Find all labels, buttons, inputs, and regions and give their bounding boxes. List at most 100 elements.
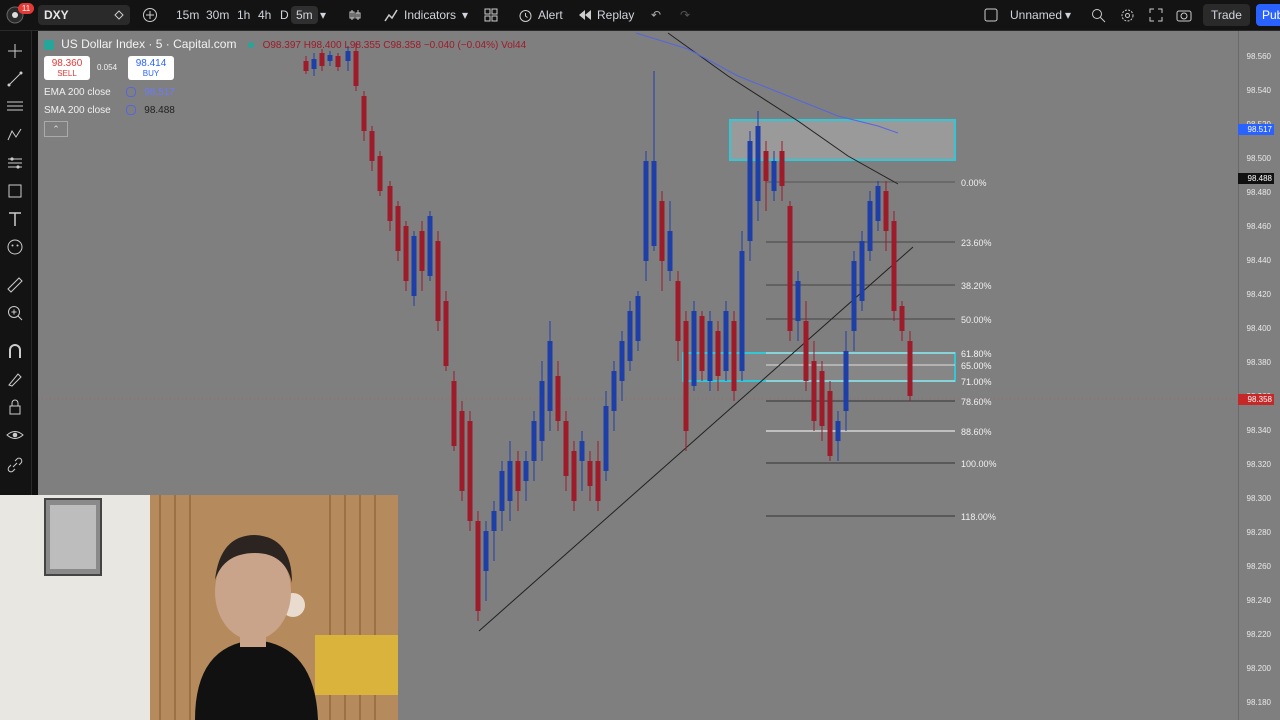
- indicators-icon: [384, 9, 398, 22]
- plus-circle-icon: [143, 8, 157, 22]
- add-symbol-button[interactable]: [142, 0, 158, 30]
- ema-settings-icon[interactable]: [125, 87, 136, 98]
- text-tool-icon[interactable]: [5, 209, 25, 229]
- quick-search-icon[interactable]: [1091, 0, 1106, 30]
- candle-body: [595, 461, 601, 501]
- publish-button[interactable]: Pub: [1256, 4, 1280, 26]
- sell-price: 98.360: [51, 58, 83, 69]
- candle-body: [803, 321, 809, 381]
- sma-settings-icon[interactable]: [125, 105, 136, 116]
- fullscreen-icon[interactable]: [1149, 0, 1163, 30]
- forecasting-tool-icon[interactable]: [5, 153, 25, 173]
- indicators-button[interactable]: Indicators: [384, 0, 456, 30]
- candle-body: [387, 186, 393, 221]
- chart-type-icon[interactable]: [348, 0, 362, 30]
- sma-value: 98.488: [144, 105, 175, 116]
- sell-label: SELL: [57, 69, 77, 78]
- webcam-overlay: [0, 495, 398, 720]
- fib-level-label: 38.20%: [961, 281, 992, 291]
- sell-button[interactable]: 98.360 SELL: [44, 56, 90, 80]
- compare-icon[interactable]: [113, 9, 125, 21]
- candle-body: [771, 161, 777, 191]
- candle-body: [763, 151, 769, 181]
- price-axis-label: 98.440: [1246, 255, 1271, 265]
- sma-indicator-row[interactable]: SMA 200 close 98.488: [44, 105, 175, 116]
- trend-line-icon[interactable]: [5, 69, 25, 89]
- candle-body: [377, 156, 383, 191]
- candle-body: [827, 391, 833, 456]
- ema-indicator-row[interactable]: EMA 200 close 98.517: [44, 87, 175, 98]
- ema-label: EMA 200 close: [44, 87, 111, 98]
- timeframe-1h[interactable]: 1h: [237, 0, 250, 30]
- settings-gear-icon[interactable]: [1120, 0, 1135, 30]
- candle-body: [345, 51, 351, 61]
- timeframe-30m[interactable]: 30m: [206, 0, 229, 30]
- candle-body: [403, 226, 409, 281]
- candle-body: [627, 311, 633, 361]
- candle-body: [539, 381, 545, 441]
- collapse-legend-icon[interactable]: ⌃: [44, 121, 68, 137]
- fib-retracement-icon[interactable]: [5, 97, 25, 117]
- shape-rectangle-icon[interactable]: [5, 181, 25, 201]
- layout-checkbox-icon[interactable]: [984, 0, 998, 30]
- fib-level-label: 0.00%: [961, 178, 987, 188]
- buy-button[interactable]: 98.414 BUY: [128, 56, 174, 80]
- price-axis-label: 98.500: [1246, 153, 1271, 163]
- drawing-mode-icon[interactable]: [5, 369, 25, 389]
- timeframe-4h[interactable]: 4h: [258, 0, 271, 30]
- timeframe-dropdown-icon[interactable]: ▾: [320, 0, 326, 30]
- camera-snapshot-icon[interactable]: [1176, 0, 1192, 30]
- candle-body: [335, 56, 341, 67]
- price-axis-label: 98.200: [1246, 663, 1271, 673]
- timeframe-d[interactable]: D: [280, 0, 289, 30]
- link-icon[interactable]: [5, 455, 25, 475]
- layout-dropdown-icon[interactable]: ▾: [1065, 0, 1071, 30]
- candle-body: [611, 371, 617, 411]
- price-axis-label: 98.260: [1246, 561, 1271, 571]
- redo-icon[interactable]: ↷: [680, 0, 690, 30]
- fib-level-label: 50.00%: [961, 315, 992, 325]
- symbol-label: DXY: [44, 8, 69, 22]
- price-axis-label: 98.300: [1246, 493, 1271, 503]
- replay-button[interactable]: Replay: [578, 0, 634, 30]
- candle-body: [475, 521, 481, 611]
- ohlc-values: O98.397 H98.400 L98.355 C98.358 −0.040 (…: [262, 40, 527, 51]
- layout-name[interactable]: Unnamed: [1010, 0, 1062, 30]
- candle-body: [587, 461, 593, 486]
- fib-level-label: 100.00%: [961, 459, 997, 469]
- candle-body: [779, 151, 785, 186]
- price-axis-label: 98.380: [1246, 357, 1271, 367]
- pattern-tool-icon[interactable]: [5, 125, 25, 145]
- fib-level-label: 65.00%: [961, 361, 992, 371]
- candle-body: [675, 281, 681, 341]
- candle-body: [443, 301, 449, 366]
- price-axis-label: 98.460: [1246, 221, 1271, 231]
- emoji-icon[interactable]: [5, 237, 25, 257]
- timeframe-15m[interactable]: 15m: [176, 0, 199, 30]
- price-axis-label: 98.540: [1246, 85, 1271, 95]
- candle-body: [651, 161, 657, 246]
- price-axis[interactable]: 98.56098.54098.52098.50098.48098.46098.4…: [1238, 31, 1280, 720]
- eye-icon[interactable]: [5, 425, 25, 445]
- timeframe-5m[interactable]: 5m: [291, 6, 318, 24]
- fib-level-label: 88.60%: [961, 427, 992, 437]
- ruler-icon[interactable]: [5, 275, 25, 295]
- candle-body: [683, 321, 689, 431]
- price-axis-label: 98.340: [1246, 425, 1271, 435]
- trade-button[interactable]: Trade: [1203, 4, 1250, 26]
- indicator-templates-icon[interactable]: ▾: [462, 0, 468, 30]
- crosshair-icon[interactable]: [5, 41, 25, 61]
- fib-level-label: 23.60%: [961, 238, 992, 248]
- magnet-icon[interactable]: [5, 341, 25, 361]
- chart-legend: US Dollar Index · 5 · Capital.com O98.39…: [44, 37, 526, 51]
- drawing-toolbar: [0, 31, 32, 496]
- alert-button[interactable]: Alert: [518, 0, 563, 30]
- candle-body: [515, 461, 521, 491]
- zoom-in-icon[interactable]: [5, 303, 25, 323]
- undo-icon[interactable]: ↶: [651, 0, 661, 30]
- layouts-icon[interactable]: [484, 0, 498, 30]
- candle-body: [361, 96, 367, 131]
- chart-title[interactable]: US Dollar Index · 5 · Capital.com: [61, 37, 236, 51]
- symbol-search[interactable]: DXY: [38, 5, 130, 25]
- lock-icon[interactable]: [5, 397, 25, 417]
